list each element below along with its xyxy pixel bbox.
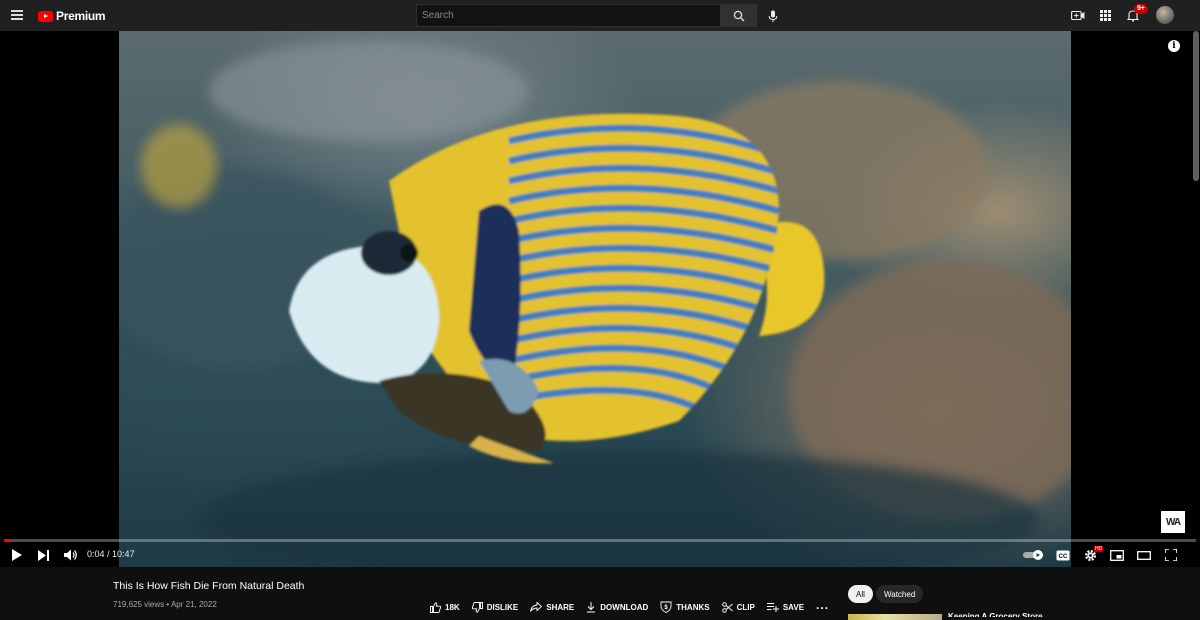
svg-text:CC: CC <box>1059 554 1068 560</box>
autoplay-toggle[interactable] <box>1023 546 1045 564</box>
video-camera-add-icon <box>1071 10 1085 20</box>
apps-button[interactable] <box>1097 7 1113 23</box>
fullscreen-icon <box>1165 549 1177 561</box>
notifications-button[interactable]: 9+ <box>1125 4 1148 23</box>
video-player[interactable]: i WA 0:04 / 10:47 CC HD <box>0 31 1200 567</box>
more-icon: ... <box>816 597 830 612</box>
download-button[interactable]: DOWNLOAD <box>586 601 649 613</box>
like-button[interactable]: 18K <box>430 601 460 613</box>
hd-badge: HD <box>1094 546 1104 552</box>
chip-watched[interactable]: Watched <box>876 585 924 603</box>
total-time: 10:47 <box>112 549 135 559</box>
miniplayer-button[interactable] <box>1109 546 1125 564</box>
share-icon <box>530 602 543 612</box>
recommendation-title[interactable]: Keeping A Grocery Store <box>948 610 1043 617</box>
publish-date: Apr 21, 2022 <box>170 600 217 609</box>
notification-count-badge: 9+ <box>1134 4 1148 14</box>
video-title: This Is How Fish Die From Natural Death <box>113 580 305 592</box>
skip-next-icon <box>38 549 49 561</box>
player-controls: 0:04 / 10:47 CC HD <box>0 543 1200 567</box>
search-button[interactable] <box>721 4 757 27</box>
menu-icon[interactable] <box>11 10 23 20</box>
youtube-play-icon <box>38 10 53 22</box>
download-label: DOWNLOAD <box>600 602 649 612</box>
closed-captions-icon: CC <box>1056 550 1070 560</box>
save-button[interactable]: SAVE <box>766 602 805 612</box>
thanks-icon: $ <box>660 601 672 613</box>
search-bar <box>416 4 757 27</box>
subtitles-button[interactable]: CC <box>1055 546 1071 564</box>
play-button[interactable] <box>10 546 24 564</box>
playlist-add-icon <box>766 603 779 612</box>
dislike-button[interactable]: DISLIKE <box>471 601 519 613</box>
thumbs-down-icon <box>471 601 483 613</box>
avatar[interactable] <box>1156 6 1174 24</box>
recommendation-thumbnail[interactable] <box>848 614 942 620</box>
video-frame[interactable] <box>119 31 1071 567</box>
clip-button[interactable]: CLIP <box>721 601 755 613</box>
progress-fill <box>4 539 12 542</box>
next-button[interactable] <box>37 546 51 564</box>
action-bar: 18K DISLIKE SHARE DOWNLOAD $ THANKS CLIP… <box>430 598 841 613</box>
share-button[interactable]: SHARE <box>530 602 574 612</box>
masthead: Premium 9+ <box>0 0 1200 31</box>
thanks-label: THANKS <box>676 602 710 612</box>
search-input[interactable] <box>416 4 721 27</box>
more-actions-button[interactable]: ... <box>816 598 829 612</box>
download-icon <box>587 601 596 612</box>
scissors-icon <box>721 601 733 613</box>
time-display: 0:04 / 10:47 <box>87 549 135 559</box>
progress-bar[interactable] <box>4 539 1196 542</box>
theater-mode-button[interactable] <box>1136 546 1152 564</box>
current-time: 0:04 <box>87 549 105 559</box>
save-label: SAVE <box>782 602 805 612</box>
search-icon <box>733 10 745 21</box>
page-scrollbar[interactable] <box>1193 31 1199 181</box>
meta-separator: • <box>164 600 171 609</box>
info-icon[interactable]: i <box>1168 40 1180 52</box>
thumbs-up-icon <box>430 601 441 613</box>
chip-all[interactable]: All <box>848 585 873 603</box>
thanks-button[interactable]: $ THANKS <box>660 601 710 613</box>
apps-grid-icon <box>1099 9 1111 21</box>
clip-label: CLIP <box>736 602 755 612</box>
svg-text:$: $ <box>665 605 669 611</box>
video-details: This Is How Fish Die From Natural Death … <box>0 567 1200 620</box>
autoplay-toggle-icon <box>1023 550 1043 560</box>
share-label: SHARE <box>546 602 575 612</box>
youtube-premium-logo[interactable]: Premium <box>38 9 106 23</box>
like-count: 18K <box>445 602 460 612</box>
create-button[interactable] <box>1070 7 1086 23</box>
theater-mode-icon <box>1137 550 1151 560</box>
video-meta: 719,625 views • Apr 21, 2022 <box>113 600 217 609</box>
logo-text: Premium <box>56 9 106 23</box>
volume-icon <box>64 549 77 561</box>
miniplayer-icon <box>1110 549 1124 561</box>
dislike-label: DISLIKE <box>486 602 519 612</box>
video-content-image <box>119 41 1071 567</box>
time-separator: / <box>104 549 113 559</box>
view-count: 719,625 views <box>113 600 165 609</box>
microphone-icon <box>768 10 778 22</box>
channel-watermark[interactable]: WA <box>1161 511 1185 533</box>
mute-button[interactable] <box>63 546 79 564</box>
play-icon <box>12 549 22 561</box>
fullscreen-button[interactable] <box>1163 546 1179 564</box>
voice-search-button[interactable] <box>762 5 784 27</box>
